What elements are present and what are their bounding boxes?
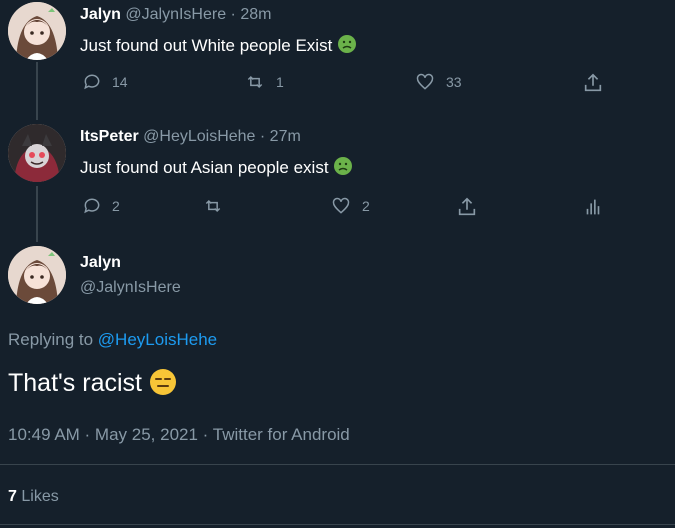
avatar-itspeter[interactable] (8, 124, 66, 182)
tweet1-text: Just found out White people Exist (80, 34, 357, 59)
reply-button[interactable]: 14 (82, 72, 128, 92)
replying-handle-link[interactable]: @HeyLoisHehe (98, 330, 217, 349)
heart-icon (416, 73, 434, 90)
nauseated-face-icon (333, 156, 353, 181)
replying-to: Replying to @HeyLoisHehe (8, 330, 217, 350)
replying-label: Replying to (8, 330, 94, 349)
reply-icon (84, 74, 100, 90)
timestamp[interactable]: · 28m (231, 6, 272, 23)
main-tweet-text: That's racist (8, 368, 177, 403)
share-icon (458, 197, 476, 216)
analytics-button[interactable] (582, 196, 604, 218)
like-button[interactable]: 33 (414, 72, 462, 92)
display-name[interactable]: Jalyn (80, 254, 121, 272)
timestamp[interactable]: · 27m (260, 128, 301, 145)
display-name[interactable]: ItsPeter (80, 128, 139, 145)
reply-count: 14 (112, 74, 128, 90)
retweet-icon (205, 199, 221, 213)
share-icon (584, 73, 602, 92)
user-handle[interactable]: @JalynIsHere (125, 6, 226, 23)
like-count: 33 (446, 74, 462, 90)
nauseated-face-icon (337, 34, 357, 59)
avatar-jalyn[interactable] (8, 246, 66, 304)
likes-label: Likes (21, 488, 59, 505)
likes-count: 7 (8, 488, 17, 505)
tweet2-header: ItsPeter @HeyLoisHehe · 27m (80, 128, 301, 146)
display-name[interactable]: Jalyn (80, 6, 121, 23)
like-count: 2 (362, 198, 370, 214)
reply-button[interactable]: 2 (82, 196, 120, 216)
tweet1-header: Jalyn @JalynIsHere · 28m (80, 6, 271, 24)
retweet-button[interactable] (202, 196, 234, 216)
tweet-text: Just found out Asian people exist (80, 158, 329, 177)
retweet-count: 1 (276, 74, 284, 90)
heart-icon (332, 197, 350, 214)
user-handle[interactable]: @HeyLoisHehe (143, 128, 255, 145)
share-button[interactable] (582, 72, 604, 94)
retweet-button[interactable]: 1 (244, 72, 284, 92)
reply-count: 2 (112, 198, 120, 214)
reply-icon (84, 198, 100, 214)
divider (0, 524, 675, 525)
tweet-text: Just found out White people Exist (80, 36, 333, 55)
retweet-icon (247, 75, 263, 89)
tweet2-text: Just found out Asian people exist (80, 156, 353, 181)
expressionless-face-icon (149, 368, 177, 403)
thread-line (36, 186, 38, 242)
like-button[interactable]: 2 (330, 196, 370, 216)
tweet-meta[interactable]: 10:49 AM · May 25, 2021 · Twitter for An… (8, 425, 350, 445)
avatar-jalyn[interactable] (8, 2, 66, 60)
likes-summary[interactable]: 7 Likes (8, 488, 59, 506)
analytics-icon (586, 199, 600, 215)
user-handle[interactable]: @JalynIsHere (80, 279, 181, 297)
divider (0, 464, 675, 465)
thread-line (36, 62, 38, 120)
tweet-text: That's racist (8, 369, 142, 397)
share-button[interactable] (456, 196, 478, 218)
